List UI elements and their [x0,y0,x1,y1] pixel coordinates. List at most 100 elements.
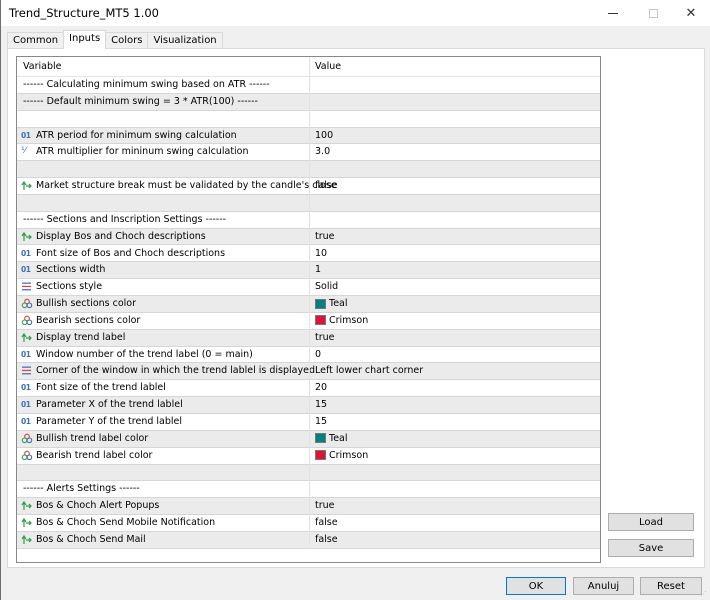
variable-cell: 01 ATR period for minimum swing calculati… [21,130,237,141]
value-cell[interactable]: 1 [315,264,321,275]
maximize-button[interactable] [633,0,673,26]
value-text: 100 [315,129,334,141]
value-cell[interactable]: true [315,332,335,343]
value-text: 1 [315,264,322,276]
value-cell[interactable]: Left lower chart corner [315,365,423,376]
value-text: false [315,533,338,545]
value-cell[interactable]: Crimson [315,315,368,326]
title-bar: Trend_Structure_MT5 1.00 ✕ [1,0,710,26]
variable-label: ------ Calculating minimum swing based o… [23,79,270,90]
value-text: Crimson [329,449,369,461]
variable-cell: 01 Parameter X of the trend lablel [21,399,183,410]
enum-type-icon [21,281,33,292]
integer-type-icon: 01 [21,265,31,275]
color-type-icon [21,298,33,309]
column-header-variable[interactable]: Variable [23,61,61,72]
value-text: false [315,180,338,192]
variable-label: Bos & Choch Alert Popups [36,500,160,512]
variable-cell: Bullish sections color [21,298,136,309]
save-button[interactable]: Save [608,539,694,557]
value-text: Teal [329,298,348,310]
cancel-button[interactable]: Anuluj [573,577,634,595]
variable-label: Parameter X of the trend lablel [36,399,183,411]
variable-cell: 01 Font size of the trend lablel [21,382,166,393]
variable-cell: 01 Sections width [21,264,105,275]
variable-cell: Bos & Choch Alert Popups [21,500,159,511]
minimize-button[interactable] [593,0,633,26]
variable-cell: 01 Window number of the trend label (0 = … [21,349,253,360]
maximize-icon [648,8,658,18]
value-text: Teal [329,432,348,444]
integer-type-icon: 01 [21,248,31,258]
reset-button[interactable]: Reset [640,577,702,595]
value-cell[interactable]: 0 [315,349,321,360]
value-text: true [315,230,335,242]
value-text: 0 [315,348,322,360]
variable-cell: 01 Parameter Y of the trend lablel [21,416,182,427]
value-cell[interactable]: 100 [315,130,333,141]
value-cell[interactable]: false [315,517,338,528]
value-cell[interactable]: false [315,534,338,545]
value-text: 3.0 [315,146,331,158]
close-button[interactable]: ✕ [671,0,710,26]
variable-label: Sections width [36,264,106,276]
value-cell[interactable]: Crimson [315,450,368,461]
color-type-icon [21,315,33,326]
value-cell[interactable]: false [315,180,338,191]
value-cell[interactable]: Teal [315,298,348,309]
tab-common[interactable]: Common [7,32,65,49]
color-type-icon [21,433,33,444]
value-cell[interactable]: Teal [315,433,348,444]
variable-label: ATR period for minimum swing calculation [36,129,237,141]
value-cell[interactable]: true [315,500,335,511]
value-cell[interactable]: Solid [315,281,338,292]
variable-label: Bearish trend label color [36,449,153,461]
variable-label: Display trend label [36,331,126,343]
value-text: 20 [315,382,328,394]
ok-button[interactable]: OK [506,577,566,595]
value-text: true [315,331,335,343]
color-swatch [315,433,326,444]
bool-type-icon [21,332,33,343]
tab-visualization[interactable]: Visualization [147,32,223,49]
variable-cell: Bearish sections color [21,315,140,326]
variable-label: Font size of the trend lablel [36,382,166,394]
integer-type-icon: 01 [21,383,31,393]
variable-cell: 01 Font size of Bos and Choch description… [21,248,225,259]
column-header-value[interactable]: Value [315,61,341,72]
color-swatch [315,450,326,461]
tab-inputs[interactable]: Inputs [63,30,107,49]
value-cell[interactable]: 10 [315,248,327,259]
variable-label: Window number of the trend label (0 = ma… [36,348,253,360]
variable-label: Market structure break must be validated… [36,180,337,192]
variable-cell: Corner of the window in which the trend … [21,365,315,376]
value-cell[interactable]: true [315,231,335,242]
value-text: true [315,500,335,512]
variable-label: Sections style [36,281,103,293]
variable-label: Display Bos and Choch descriptions [36,230,206,242]
value-cell[interactable]: 3.0 [315,146,330,157]
color-swatch [315,315,326,326]
value-cell[interactable]: 15 [315,399,327,410]
tab-colors[interactable]: Colors [105,32,149,49]
variable-label: ------ Alerts Settings ------ [23,483,140,495]
bool-type-icon [21,231,33,242]
variable-cell: Sections style [21,281,102,292]
column-divider[interactable] [309,57,310,545]
close-icon: ✕ [685,5,697,21]
resize-grip-icon[interactable]: ⋰ [700,590,708,598]
double-type-icon: ⅟ [21,146,27,157]
variable-cell: Market structure break must be validated… [21,180,337,191]
value-cell[interactable]: 20 [315,382,327,393]
variable-cell: Bullish trend label color [21,433,148,444]
load-button[interactable]: Load [608,513,694,531]
color-swatch [315,298,326,309]
variable-cell: Display Bos and Choch descriptions [21,231,206,242]
value-cell[interactable]: 15 [315,416,327,427]
value-text: Crimson [329,314,369,326]
variable-label: Parameter Y of the trend lablel [36,416,183,427]
variable-cell: Bearish trend label color [21,450,152,461]
variable-label: Bearish sections color [36,314,141,326]
variable-cell: ------ Sections and Inscription Settings… [21,214,226,225]
variable-label: ATR multiplier for mininum swing calcula… [36,146,249,158]
